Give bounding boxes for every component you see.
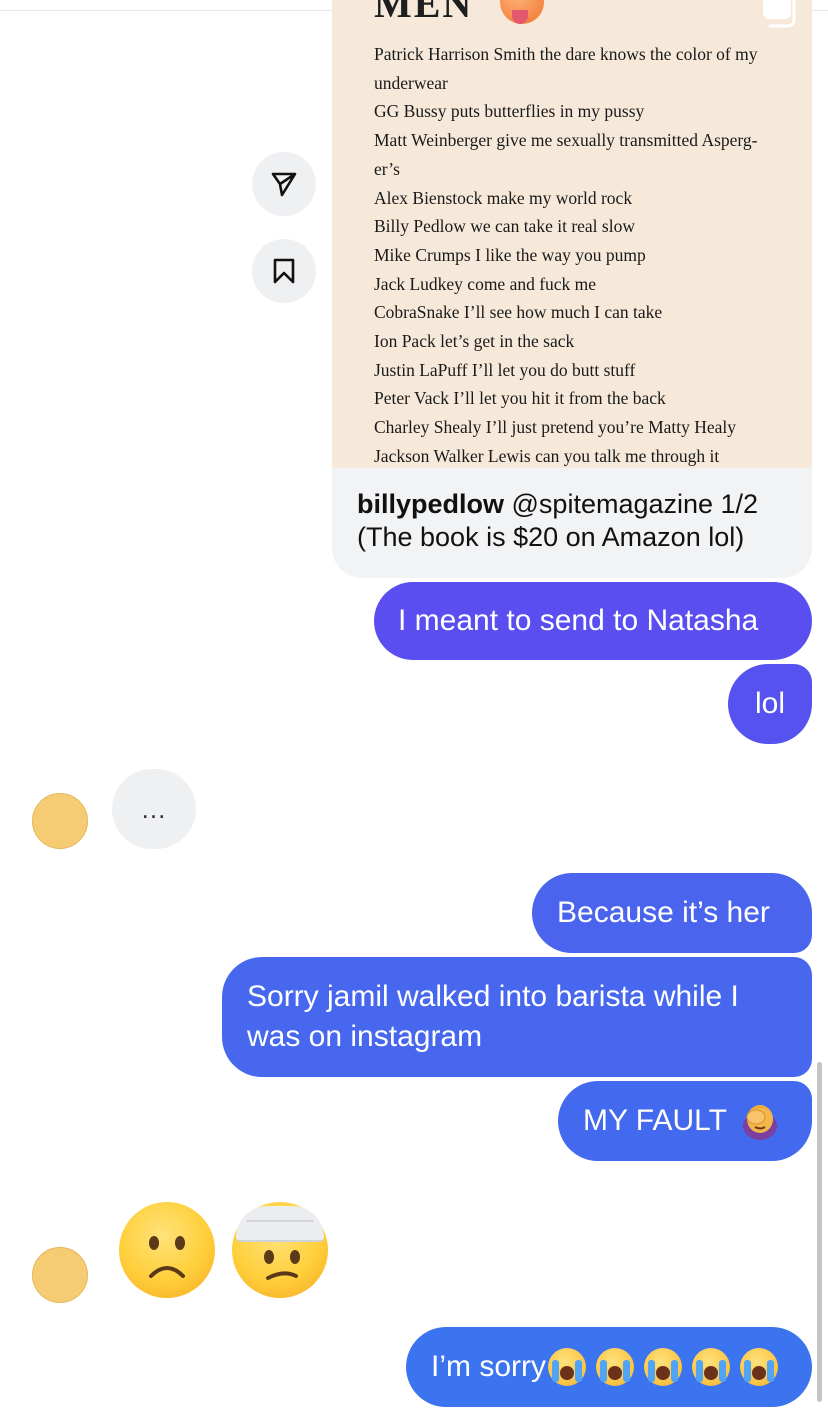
poem-line: Ion Pack let’s get in the sack — [374, 331, 575, 352]
poem-line: Jackson Walker Lewis can you talk me thr… — [374, 445, 720, 466]
sent-message[interactable]: Sorry jamil walked into barista while I … — [222, 957, 812, 1077]
sent-message-text: MY FAULT — [583, 1104, 727, 1137]
facepalm-emoji-icon — [742, 1105, 777, 1140]
loudly-crying-emoji-icon — [644, 1348, 682, 1386]
shared-post-image[interactable]: MEN Patrick Harrison Smith the dare know… — [332, 0, 812, 468]
multiple-images-icon — [763, 0, 796, 28]
paper-plane-icon — [271, 172, 297, 197]
post-caption-username[interactable]: billypedlow — [357, 489, 504, 519]
poem-text: Patrick Harrison Smith the dare knows th… — [374, 40, 794, 468]
poem-line: Peter Vack I’ll let you hit it from the … — [374, 388, 666, 409]
shared-post-card[interactable]: MEN Patrick Harrison Smith the dare know… — [332, 0, 812, 578]
poem-line: Charley Shealy I’ll just pretend you’re … — [374, 417, 737, 438]
poem-line: Alex Bienstock make my world rock — [374, 187, 633, 208]
sent-message-text: I’m sorry — [431, 1350, 546, 1383]
share-button[interactable] — [252, 152, 316, 216]
poem-line: er’s — [374, 158, 400, 179]
sent-message[interactable]: I’m sorry — [406, 1327, 812, 1407]
sent-message[interactable]: lol — [728, 664, 812, 744]
loudly-crying-emoji-icon — [548, 1348, 586, 1386]
sent-message[interactable]: Because it’s her — [532, 873, 812, 953]
avatar[interactable] — [32, 1247, 88, 1303]
frowning-face-emoji-icon[interactable] — [119, 1202, 215, 1298]
loudly-crying-emoji-icon — [692, 1348, 730, 1386]
scrollbar[interactable] — [817, 1062, 822, 1402]
post-image-heading: MEN — [374, 0, 474, 26]
poem-line: GG Bussy puts butterflies in my pussy — [374, 101, 645, 122]
sent-message[interactable]: I meant to send to Natasha — [374, 582, 812, 660]
typing-indicator: ... — [112, 769, 196, 849]
sent-message[interactable]: MY FAULT — [558, 1081, 812, 1161]
poem-line: CobraSnake I’ll see how much I can take — [374, 302, 663, 323]
poem-line: Mike Crumps I like the way you pump — [374, 244, 646, 265]
bookmark-icon — [273, 258, 295, 284]
poem-line: Patrick Harrison Smith the dare knows th… — [374, 44, 758, 64]
sent-message-text: Sorry jamil walked into barista while I … — [247, 980, 739, 1053]
post-caption[interactable]: billypedlow @spitemagazine 1/2 (The book… — [357, 488, 797, 554]
poem-line: underwear — [374, 72, 448, 93]
loudly-crying-emoji-icon — [596, 1348, 634, 1386]
poem-line: Billy Pedlow we can take it real slow — [374, 216, 635, 237]
poem-line: Matt Weinberger give me sexually transmi… — [374, 130, 758, 151]
save-button[interactable] — [252, 239, 316, 303]
loudly-crying-emoji-icon — [740, 1348, 778, 1386]
poem-line: Justin LaPuff I’ll let you do butt stuff — [374, 359, 636, 380]
head-bandage-emoji-icon[interactable] — [232, 1202, 328, 1298]
avatar[interactable] — [32, 793, 88, 849]
poem-line: Jack Ludkey come and fuck me — [374, 273, 597, 294]
